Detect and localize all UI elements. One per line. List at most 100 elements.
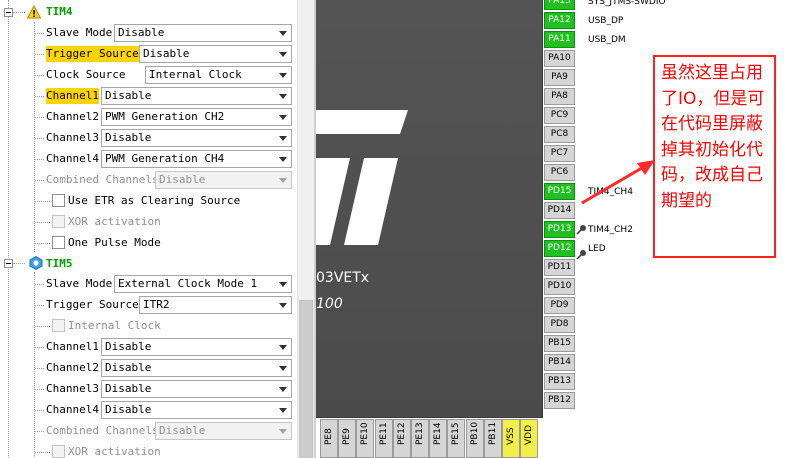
tree-line <box>35 326 50 327</box>
pin-name-label: PE12 <box>396 422 407 445</box>
pin-pe8[interactable]: PE8 <box>320 419 338 458</box>
pin-pb11[interactable]: PB11 <box>483 419 502 458</box>
chevron-down-icon <box>274 423 291 439</box>
pin-pc8[interactable]: PC8 <box>544 126 575 143</box>
chevron-down-icon[interactable] <box>274 67 291 83</box>
pin-vss[interactable]: VSS <box>502 419 520 458</box>
tree-line <box>35 201 50 202</box>
tim5-trigger-source-select[interactable]: ITR2 <box>139 296 292 314</box>
pin-pe12[interactable]: PE12 <box>392 419 411 458</box>
pin-signal-label: TIM4_CH2 <box>588 225 633 235</box>
pin-pe15[interactable]: PE15 <box>447 419 466 458</box>
pin-pd10[interactable]: PD10 <box>544 278 575 295</box>
pin-pa13[interactable]: PA13 <box>544 0 575 10</box>
tim5-channel2-label: Channel2 <box>46 361 99 374</box>
pin-pe13[interactable]: PE13 <box>411 419 429 458</box>
tim4-channel3-select[interactable]: Disable <box>101 129 292 147</box>
pin-pb12[interactable]: PB12 <box>544 392 575 409</box>
pin-pc7[interactable]: PC7 <box>544 145 575 162</box>
tim4-etr-clearing-checkbox[interactable] <box>52 194 65 207</box>
tree-line <box>35 54 44 55</box>
tim4-clock-source-label: Clock Source <box>46 68 126 81</box>
tim5-channel4-select[interactable]: Disable <box>101 401 292 419</box>
pin-pe14[interactable]: PE14 <box>429 419 448 458</box>
tim5-collapse-toggle[interactable] <box>4 259 13 268</box>
tim4-channel1-select[interactable]: Disable <box>101 87 292 105</box>
tim5-slave-mode-label: Slave Mode <box>46 277 113 290</box>
pin-pd9[interactable]: PD9 <box>544 297 575 314</box>
tim4-one-pulse-checkbox[interactable] <box>52 236 65 249</box>
tim5-xor-activation-checkbox <box>52 445 65 458</box>
pin-name-label: PE8 <box>324 428 334 445</box>
chevron-down-icon[interactable] <box>274 88 291 104</box>
pin-pa8[interactable]: PA8 <box>544 88 575 105</box>
chip-package-label: 100 <box>316 296 343 312</box>
tree-line <box>35 75 44 76</box>
pin-pe11[interactable]: PE11 <box>374 419 393 458</box>
pin-pb13[interactable]: PB13 <box>544 373 575 390</box>
scrollbar-thumb[interactable] <box>299 300 313 458</box>
chevron-down-icon[interactable] <box>274 297 291 313</box>
tim4-clock-source-select[interactable]: Internal Clock <box>145 66 292 84</box>
tim5-xor-activation-label: XOR activation <box>68 445 161 458</box>
pin-pd11[interactable]: PD11 <box>544 259 575 276</box>
chevron-down-icon[interactable] <box>274 46 291 62</box>
tim4-channel2-select[interactable]: PWM Generation CH2 <box>101 108 292 126</box>
pin-pe9[interactable]: PE9 <box>338 419 357 458</box>
info-hex-icon <box>29 256 43 270</box>
tim4-trigger-source-label: Trigger Source <box>46 46 139 62</box>
pin-pb10[interactable]: PB10 <box>465 419 484 458</box>
pin-name-label: PE10 <box>360 422 371 445</box>
pin-pc9[interactable]: PC9 <box>544 107 575 124</box>
tree-line <box>35 452 50 453</box>
annotation-text: 虽然这里占用了IO，但是可在代码里屏蔽掉其初始化代码，改成自己期望的 <box>661 63 765 211</box>
pin-signal-label: USB_DM <box>588 35 626 45</box>
pin-pd12[interactable]: PD12 <box>544 240 575 257</box>
tim4-slave-mode-select[interactable]: Disable <box>114 24 292 42</box>
chevron-down-icon[interactable] <box>274 339 291 355</box>
chevron-down-icon[interactable] <box>274 25 291 41</box>
tim4-title[interactable]: TIM4 <box>46 5 73 18</box>
tim4-channel3-value: Disable <box>105 131 152 144</box>
chevron-down-icon[interactable] <box>274 276 291 292</box>
tim5-channel1-select[interactable]: Disable <box>101 338 292 356</box>
pin-name-label: PE14 <box>433 422 444 445</box>
tim5-combined-channels-select: Disable <box>155 422 292 440</box>
pin-pe10[interactable]: PE10 <box>356 419 375 458</box>
pin-pd15[interactable]: PD15 <box>544 183 575 200</box>
pin-vdd[interactable]: VDD <box>520 419 539 458</box>
tim4-trigger-source-select[interactable]: Disable <box>139 45 292 63</box>
tim4-channel2-value: PWM Generation CH2 <box>105 110 225 123</box>
pin-pd13[interactable]: PD13 <box>544 221 575 238</box>
tree-scrollbar[interactable] <box>297 0 314 458</box>
chevron-down-icon[interactable] <box>274 402 291 418</box>
tim5-channel2-select[interactable]: Disable <box>101 359 292 377</box>
tim5-slave-mode-select[interactable]: External Clock Mode 1 <box>114 275 292 293</box>
chevron-down-icon[interactable] <box>274 360 291 376</box>
chevron-down-icon[interactable] <box>274 109 291 125</box>
tree-line <box>35 33 44 34</box>
tim4-collapse-toggle[interactable] <box>4 8 13 17</box>
pin-pb15[interactable]: PB15 <box>544 335 575 352</box>
chevron-down-icon[interactable] <box>274 381 291 397</box>
tim5-channel3-value: Disable <box>105 382 152 395</box>
chevron-down-icon[interactable] <box>274 151 291 167</box>
tim4-xor-activation-checkbox <box>52 215 65 228</box>
pin-pa10[interactable]: PA10 <box>544 50 575 67</box>
pin-pc6[interactable]: PC6 <box>544 164 575 181</box>
pin-pa12[interactable]: PA12 <box>544 12 575 29</box>
tim5-channel2-value: Disable <box>105 361 152 374</box>
tim4-channel4-select[interactable]: PWM Generation CH4 <box>101 150 292 168</box>
pin-pa9[interactable]: PA9 <box>544 69 575 86</box>
pin-name-label: PB11 <box>487 421 498 445</box>
tim5-title[interactable]: TIM5 <box>46 257 73 270</box>
tree-line <box>35 96 44 97</box>
st-logo-icon <box>316 110 408 245</box>
tim4-clock-source-value: Internal Clock <box>149 68 242 81</box>
chevron-down-icon[interactable] <box>274 130 291 146</box>
pin-pd14[interactable]: PD14 <box>544 202 575 219</box>
pin-pb14[interactable]: PB14 <box>544 354 575 371</box>
pin-pa11[interactable]: PA11 <box>544 31 575 48</box>
pin-pd8[interactable]: PD8 <box>544 316 575 333</box>
tim5-channel3-select[interactable]: Disable <box>101 380 292 398</box>
